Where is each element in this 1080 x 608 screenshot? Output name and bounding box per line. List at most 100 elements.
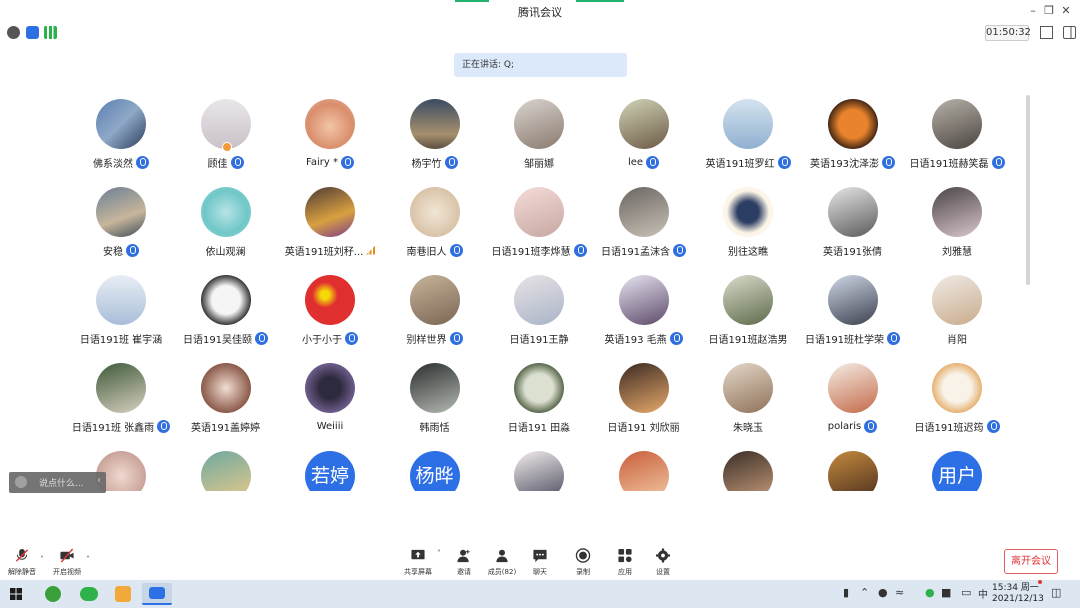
avatar[interactable] xyxy=(305,187,355,237)
members-button[interactable]: 成员(82) xyxy=(482,548,522,577)
avatar[interactable] xyxy=(200,363,251,413)
participant-tile[interactable]: 英语193 毛燕 xyxy=(592,272,696,360)
start-video-button[interactable]: 开启视频 xyxy=(47,548,87,577)
close-icon[interactable]: ✕ xyxy=(1058,3,1074,19)
video-options-chevron-icon[interactable]: ˄ xyxy=(86,555,90,564)
tray-mic-icon[interactable]: ● xyxy=(878,586,888,599)
participant-tile[interactable]: 佛系淡然 xyxy=(69,96,173,184)
windows-start-icon[interactable] xyxy=(10,588,22,600)
leave-meeting-button[interactable]: 离开会议 xyxy=(1004,549,1058,574)
avatar[interactable] xyxy=(409,187,460,237)
participant-tile[interactable]: 若婷 xyxy=(278,448,382,491)
notification-center-icon[interactable]: ◫ xyxy=(1051,586,1061,599)
notes-app-icon[interactable] xyxy=(108,583,138,605)
record-button[interactable]: 录制 xyxy=(563,548,603,577)
participant-tile[interactable]: 朱晓玉 xyxy=(696,360,800,448)
emoji-icon[interactable] xyxy=(15,476,27,488)
participant-tile[interactable]: 别样世界 xyxy=(383,272,487,360)
avatar[interactable] xyxy=(305,363,355,413)
avatar[interactable] xyxy=(96,187,146,237)
restore-icon[interactable]: ❐ xyxy=(1041,3,1057,19)
ime-indicator[interactable]: 中 xyxy=(978,586,988,601)
avatar[interactable] xyxy=(305,275,355,325)
participant-tile[interactable]: 南巷旧人 xyxy=(383,184,487,272)
participant-tile[interactable]: Weiiii xyxy=(278,360,382,448)
avatar[interactable] xyxy=(514,275,564,325)
shield-icon[interactable] xyxy=(26,26,39,39)
avatar[interactable] xyxy=(305,99,355,149)
settings-button[interactable]: 设置 xyxy=(643,548,683,577)
participant-tile[interactable] xyxy=(487,448,591,491)
tencent-meeting-app-icon[interactable] xyxy=(142,583,172,605)
avatar[interactable] xyxy=(827,451,878,491)
participant-tile[interactable]: 日语191 田淼 xyxy=(487,360,591,448)
avatar[interactable] xyxy=(200,187,251,237)
avatar[interactable] xyxy=(514,363,564,413)
fullscreen-icon[interactable] xyxy=(1040,26,1053,39)
avatar[interactable] xyxy=(96,275,146,325)
invite-button[interactable]: 邀请 xyxy=(444,548,484,577)
info-icon[interactable] xyxy=(7,26,20,39)
wechat-app-icon[interactable] xyxy=(74,583,104,605)
chat-quick-input[interactable]: 说点什么... ‹ xyxy=(9,472,106,493)
participant-tile[interactable]: 日语191班 张鑫雨 xyxy=(69,360,173,448)
avatar[interactable] xyxy=(618,363,669,413)
avatar[interactable] xyxy=(96,363,146,413)
avatar[interactable] xyxy=(618,99,669,149)
participant-tile[interactable]: 日语191班李烨慧 xyxy=(487,184,591,272)
minimize-icon[interactable]: – xyxy=(1025,3,1041,19)
avatar[interactable] xyxy=(514,99,564,149)
avatar[interactable] xyxy=(827,275,878,325)
participant-tile[interactable] xyxy=(592,448,696,491)
avatar[interactable] xyxy=(618,187,669,237)
browser-app-icon[interactable] xyxy=(38,583,68,605)
avatar[interactable] xyxy=(827,363,878,413)
participant-tile[interactable] xyxy=(174,448,278,491)
wechat-tray-icon[interactable]: ● xyxy=(925,586,935,599)
apps-button[interactable]: 应用 xyxy=(605,548,645,577)
avatar[interactable] xyxy=(932,99,982,149)
participant-tile[interactable]: 肖阳 xyxy=(905,272,1009,360)
avatar[interactable] xyxy=(409,363,460,413)
display-icon[interactable]: ▭ xyxy=(961,586,971,599)
participant-tile[interactable]: lee xyxy=(592,96,696,184)
avatar[interactable] xyxy=(827,187,878,237)
participant-tile[interactable]: 日语191班赵浩男 xyxy=(696,272,800,360)
participant-tile[interactable]: 英语191班刘秄... xyxy=(278,184,382,272)
participant-tile[interactable]: 顾佳 xyxy=(174,96,278,184)
grid-scrollbar[interactable] xyxy=(1026,95,1030,285)
avatar[interactable] xyxy=(723,451,773,491)
tray-app-icon[interactable]: ■ xyxy=(941,586,951,599)
participant-tile[interactable]: 杨晔 xyxy=(383,448,487,491)
participant-tile[interactable]: 英语191张倩 xyxy=(801,184,905,272)
participant-tile[interactable]: 安稳 xyxy=(69,184,173,272)
avatar[interactable]: 用户 xyxy=(932,451,982,491)
tray-expand-chevron-icon[interactable]: ⌃ xyxy=(860,586,869,599)
participant-tile[interactable] xyxy=(801,448,905,491)
avatar[interactable] xyxy=(618,275,669,325)
collapse-chevron-icon[interactable]: ‹ xyxy=(97,475,101,486)
avatar[interactable]: 若婷 xyxy=(305,451,355,491)
participant-tile[interactable]: 日语191孟沫含 xyxy=(592,184,696,272)
avatar[interactable] xyxy=(932,363,982,413)
participant-tile[interactable]: polaris xyxy=(801,360,905,448)
unmute-button[interactable]: 解除静音 xyxy=(2,548,42,577)
participant-tile[interactable]: 小于小于 xyxy=(278,272,382,360)
network-icon[interactable]: ≈ xyxy=(895,586,904,599)
participant-tile[interactable]: 刘雅慧 xyxy=(905,184,1009,272)
share-options-chevron-icon[interactable]: ˄ xyxy=(437,549,441,558)
avatar[interactable] xyxy=(200,451,251,491)
avatar[interactable] xyxy=(514,187,564,237)
avatar[interactable] xyxy=(723,187,773,237)
participant-tile[interactable]: 英语193沈泽澎 xyxy=(801,96,905,184)
taskbar-clock[interactable]: 15:34 周一 2021/12/13 xyxy=(992,583,1044,605)
participant-tile[interactable]: 韩雨恬 xyxy=(383,360,487,448)
participant-tile[interactable]: 别往这瞧 xyxy=(696,184,800,272)
avatar[interactable] xyxy=(618,451,669,491)
participant-tile[interactable]: 日语191吴佳颐 xyxy=(174,272,278,360)
avatar[interactable] xyxy=(932,275,982,325)
avatar[interactable] xyxy=(409,275,460,325)
avatar[interactable] xyxy=(200,275,251,325)
avatar[interactable] xyxy=(723,275,773,325)
share-screen-button[interactable]: 共享屏幕 xyxy=(398,548,438,577)
